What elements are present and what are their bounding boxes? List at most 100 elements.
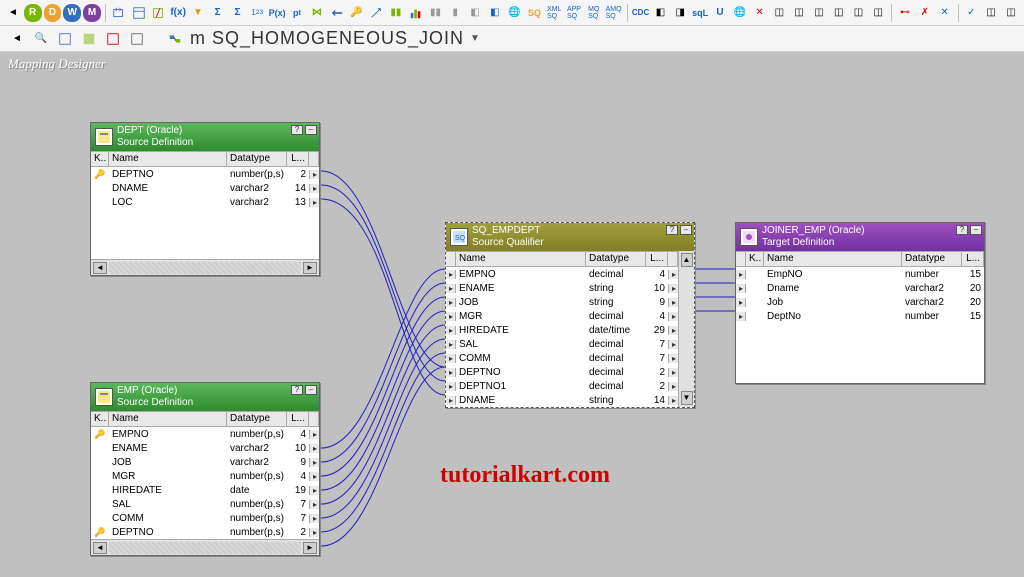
check-icon[interactable]: ✓ xyxy=(962,4,980,22)
mq-sq-icon[interactable]: MQSQ xyxy=(585,4,603,22)
px-icon[interactable]: P(x) xyxy=(268,4,286,22)
out-port[interactable]: ▸ xyxy=(668,382,678,391)
sql-icon[interactable]: sqL xyxy=(691,4,709,22)
tool-icon[interactable]: ◨ xyxy=(671,4,689,22)
panel-title[interactable]: DEPT (Oracle)Source Definition ?– xyxy=(91,123,319,151)
table-row[interactable]: JOBvarchar29▸ xyxy=(91,455,319,469)
table-row[interactable]: ▸DEPTNO1decimal2▸ xyxy=(446,379,678,393)
out-port[interactable]: ▸ xyxy=(668,312,678,321)
xml-sq-icon[interactable]: XMLSQ xyxy=(545,4,563,22)
tool-icon[interactable]: ◫ xyxy=(869,4,887,22)
tool-icon[interactable] xyxy=(128,30,146,48)
norm-icon[interactable]: ▮▮ xyxy=(387,4,405,22)
tool-icon[interactable] xyxy=(104,30,122,48)
in-port[interactable]: ▸ xyxy=(446,368,456,377)
out-port[interactable]: ▸ xyxy=(309,444,319,453)
out-port[interactable]: ▸ xyxy=(668,284,678,293)
table-row[interactable]: ▸DNAMEstring14▸ xyxy=(446,393,678,407)
horizontal-scrollbar[interactable]: ◄ ► xyxy=(91,539,319,555)
sigma-icon[interactable]: Σ xyxy=(209,4,227,22)
tool-icon[interactable] xyxy=(367,4,385,22)
tool-icon[interactable]: ✕ xyxy=(936,4,954,22)
table-row[interactable]: 🔑DEPTNOnumber(p,s)2▸ xyxy=(91,525,319,539)
table-row[interactable]: ▸ENAMEstring10▸ xyxy=(446,281,678,295)
w-icon[interactable]: W xyxy=(63,4,81,22)
scroll-right-button[interactable]: ► xyxy=(303,542,317,554)
table-row[interactable]: HIREDATEdate19▸ xyxy=(91,483,319,497)
table-row[interactable]: ▸Jobvarchar220 xyxy=(736,295,984,309)
scroll-up-button[interactable]: ▲ xyxy=(681,253,693,267)
scroll-track[interactable] xyxy=(109,542,301,554)
tool-icon[interactable]: ◫ xyxy=(850,4,868,22)
tool-icon[interactable] xyxy=(56,30,74,48)
globe-icon[interactable]: 🌐 xyxy=(506,4,524,22)
out-port[interactable]: ▸ xyxy=(309,528,319,537)
out-port[interactable]: ▸ xyxy=(668,326,678,335)
tool-icon[interactable]: ◧ xyxy=(486,4,504,22)
table-row[interactable]: ▸HIREDATEdate/time29▸ xyxy=(446,323,678,337)
tool-icon[interactable]: ◫ xyxy=(830,4,848,22)
sq-panel[interactable]: SQ SQ_EMPDEPTSource Qualifier ?– Name Da… xyxy=(445,222,695,408)
help-button[interactable]: ? xyxy=(291,125,303,135)
tool-icon[interactable]: ◫ xyxy=(982,4,1000,22)
r-icon[interactable]: R xyxy=(24,4,42,22)
u-icon[interactable]: U xyxy=(711,4,729,22)
minimize-button[interactable]: – xyxy=(970,225,982,235)
table-row[interactable]: ▸MGRdecimal4▸ xyxy=(446,309,678,323)
out-port[interactable]: ▸ xyxy=(309,514,319,523)
app-sq-icon[interactable]: APPSQ xyxy=(565,4,583,22)
table-row[interactable]: SALnumber(p,s)7▸ xyxy=(91,497,319,511)
table-row[interactable]: ▸EmpNOnumber15 xyxy=(736,267,984,281)
help-button[interactable]: ? xyxy=(956,225,968,235)
scroll-right-button[interactable]: ► xyxy=(303,262,317,274)
out-port[interactable]: ▸ xyxy=(309,472,319,481)
tool-icon[interactable] xyxy=(149,4,167,22)
out-port[interactable]: ▸ xyxy=(668,340,678,349)
out-port[interactable]: ▸ xyxy=(309,458,319,467)
chart-icon[interactable] xyxy=(407,4,425,22)
out-port[interactable]: ▸ xyxy=(668,354,678,363)
d-icon[interactable]: D xyxy=(44,4,62,22)
tool-icon[interactable]: ✕ xyxy=(751,4,769,22)
fx-icon[interactable]: f(x) xyxy=(169,4,187,22)
back-icon[interactable]: ◄ xyxy=(4,4,22,22)
tool-icon[interactable]: ◫ xyxy=(790,4,808,22)
key-icon[interactable]: 🔑 xyxy=(347,4,365,22)
sigma2-icon[interactable]: Σ xyxy=(229,4,247,22)
in-port[interactable]: ▸ xyxy=(446,284,456,293)
in-port[interactable]: ▸ xyxy=(736,284,746,293)
in-port[interactable]: ▸ xyxy=(736,312,746,321)
out-port[interactable]: ▸ xyxy=(668,270,678,279)
tool-icon[interactable]: ✗ xyxy=(916,4,934,22)
designer-canvas[interactable]: Mapping Designer xyxy=(0,52,1024,577)
target-panel[interactable]: JOINER_EMP (Oracle)Target Definition ?– … xyxy=(735,222,985,384)
minimize-button[interactable]: – xyxy=(680,225,692,235)
tool-icon[interactable]: ⊷ xyxy=(896,4,914,22)
table-row[interactable]: ▸DeptNonumber15 xyxy=(736,309,984,323)
panel-title[interactable]: EMP (Oracle)Source Definition ?– xyxy=(91,383,319,411)
globe2-icon[interactable]: 🌐 xyxy=(731,4,749,22)
horizontal-scrollbar[interactable]: ◄ ► xyxy=(91,259,319,275)
table-row[interactable]: MGRnumber(p,s)4▸ xyxy=(91,469,319,483)
table-row[interactable]: COMMnumber(p,s)7▸ xyxy=(91,511,319,525)
out-port[interactable]: ▸ xyxy=(309,170,319,179)
out-port[interactable]: ▸ xyxy=(668,298,678,307)
in-port[interactable]: ▸ xyxy=(446,326,456,335)
table-row[interactable]: 🔑DEPTNOnumber(p,s)2▸ xyxy=(91,167,319,181)
out-port[interactable]: ▸ xyxy=(309,198,319,207)
minimize-button[interactable]: – xyxy=(305,385,317,395)
in-port[interactable]: ▸ xyxy=(446,312,456,321)
scroll-left-button[interactable]: ◄ xyxy=(93,542,107,554)
m-icon[interactable]: M xyxy=(83,4,101,22)
join-icon[interactable]: ⋈ xyxy=(308,4,326,22)
in-port[interactable]: ▸ xyxy=(446,396,456,405)
table-row[interactable]: ▸DEPTNOdecimal2▸ xyxy=(446,365,678,379)
cdc-icon[interactable]: CDC xyxy=(632,4,650,22)
find-icon[interactable]: 🔍 xyxy=(32,30,50,48)
out-port[interactable]: ▸ xyxy=(668,368,678,377)
amq-sq-icon[interactable]: AMQSQ xyxy=(605,4,623,22)
scroll-down-button[interactable]: ▼ xyxy=(681,391,693,405)
minimize-button[interactable]: – xyxy=(305,125,317,135)
table-row[interactable]: ▸Dnamevarchar220 xyxy=(736,281,984,295)
in-port[interactable]: ▸ xyxy=(446,298,456,307)
